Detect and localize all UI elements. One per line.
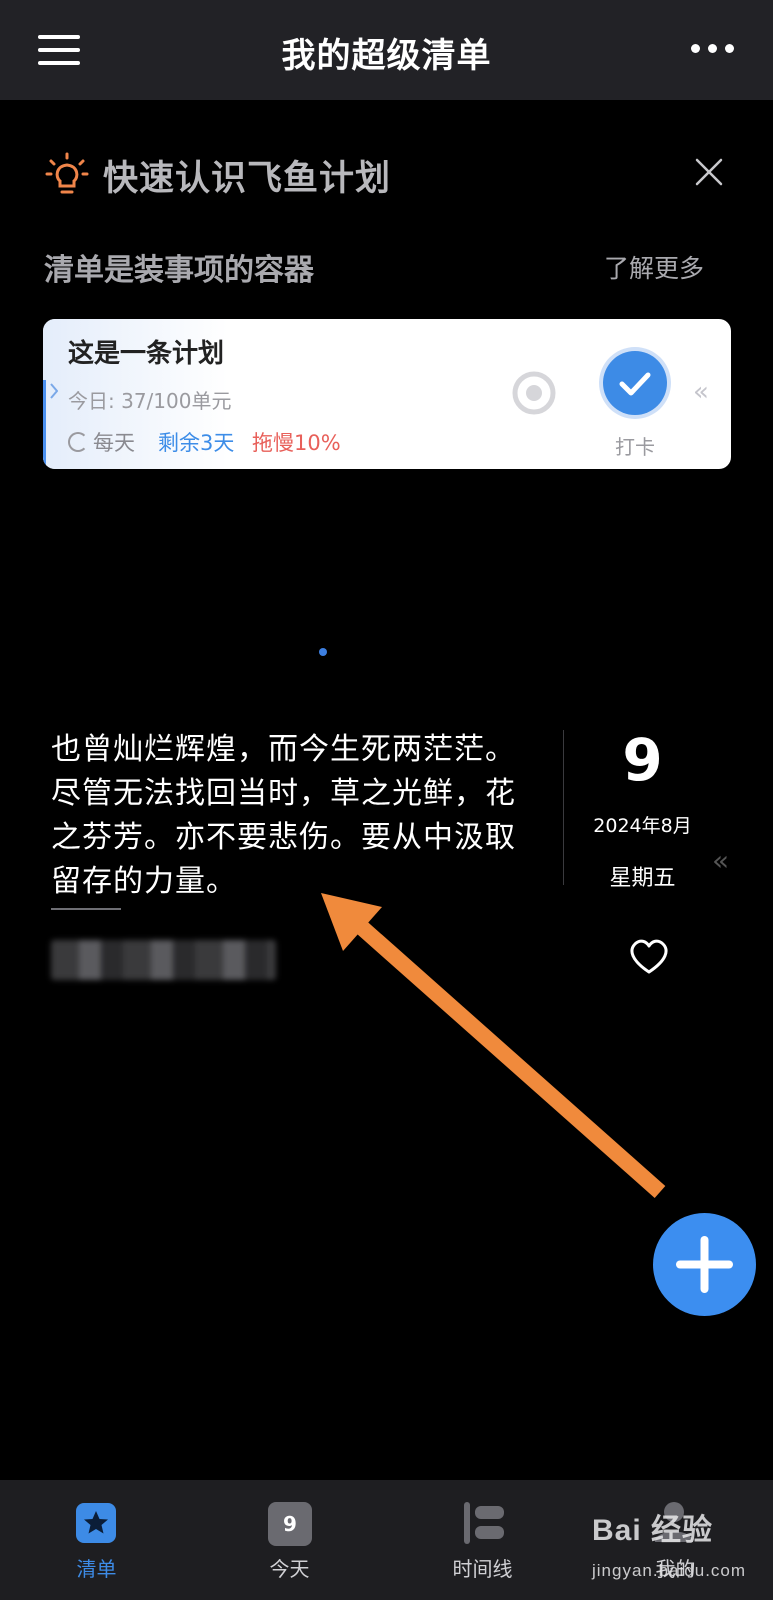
watermark-url: jingyan.baidu.com <box>592 1561 747 1580</box>
date-day: 9 <box>622 726 663 794</box>
checkin-label: 打卡 <box>615 435 655 459</box>
add-button[interactable] <box>653 1213 756 1316</box>
timeline-icon <box>464 1502 504 1544</box>
card-accent-bar <box>43 380 46 469</box>
date-month: 2024年8月 <box>593 815 692 837</box>
calendar-icon: 9 <box>268 1502 312 1546</box>
date-divider <box>563 730 564 885</box>
quote-swipe-chevron-icon[interactable]: « <box>712 844 729 877</box>
repeat-label: 每天 <box>93 431 135 455</box>
date-weekday: 星期五 <box>609 866 676 891</box>
tab-timeline-label: 时间线 <box>452 1557 513 1581</box>
star-list-icon <box>76 1503 116 1543</box>
chevron-right-icon <box>50 383 58 399</box>
learn-more-link[interactable]: 了解更多 <box>604 249 704 285</box>
plus-icon <box>676 1236 733 1293</box>
remaining-tag: 剩余3天 <box>158 431 235 455</box>
repeat-icon <box>68 432 88 452</box>
baidu-watermark: Bai 经验 jingyan.baidu.com <box>592 1505 772 1595</box>
watermark-logo: Bai 经验 <box>592 1514 714 1547</box>
check-icon <box>619 372 651 396</box>
page-indicator-dot <box>319 648 327 656</box>
tab-today-label: 今天 <box>269 1557 310 1581</box>
heart-icon[interactable] <box>627 936 671 976</box>
plan-card[interactable]: 这是一条计划 今日: 37/100单元 每天 剩余3天 拖慢10% 打卡 « <box>43 319 731 469</box>
tab-list[interactable]: 清单 <box>0 1480 193 1600</box>
checkin-button[interactable] <box>603 351 667 415</box>
quote-author-blurred <box>51 940 276 980</box>
intro-subtitle-row: 清单是装事项的容器 了解更多 <box>44 245 704 289</box>
more-icon[interactable] <box>691 42 735 56</box>
quote-underline <box>51 908 121 910</box>
card-swipe-chevron-icon[interactable]: « <box>693 377 709 407</box>
target-icon[interactable] <box>511 370 557 416</box>
tab-today[interactable]: 9 今天 <box>193 1480 386 1600</box>
top-bar: 我的超级清单 <box>0 0 773 100</box>
intro-header: 快速认识飞鱼计划 <box>45 148 735 199</box>
close-icon[interactable] <box>691 154 727 190</box>
tab-timeline[interactable]: 时间线 <box>386 1480 579 1600</box>
intro-subtitle: 清单是装事项的容器 <box>44 253 314 288</box>
bulb-icon <box>45 152 89 194</box>
delay-tag: 拖慢10% <box>252 431 341 455</box>
plan-title: 这是一条计划 <box>68 339 225 369</box>
page-title: 我的超级清单 <box>281 36 492 76</box>
plan-today-progress: 今日: 37/100单元 <box>68 389 232 413</box>
tab-list-label: 清单 <box>76 1557 117 1581</box>
repeat-tag: 每天 <box>68 427 135 457</box>
daily-quote: 也曾灿烂辉煌，而今生死两茫茫。尽管无法找回当时，草之光鲜，花之芬芳。亦不要悲伤。… <box>51 732 516 899</box>
intro-title: 快速认识飞鱼计划 <box>103 159 392 199</box>
